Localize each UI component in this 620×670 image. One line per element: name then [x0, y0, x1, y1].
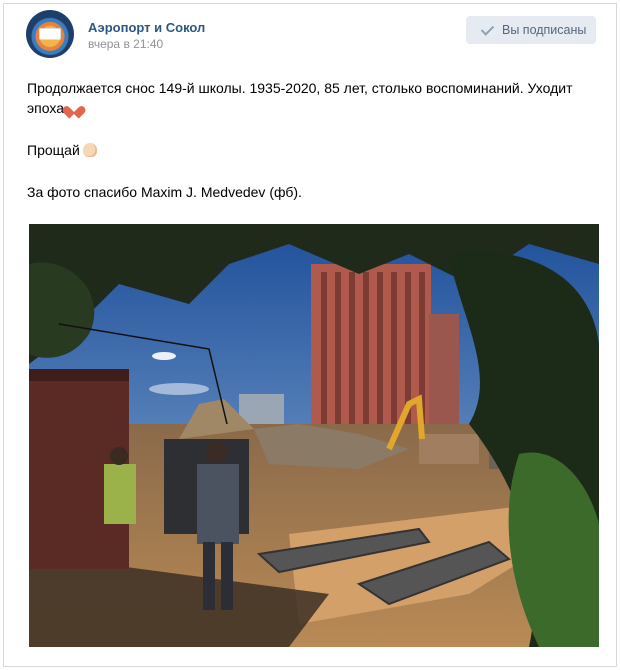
- demolition-site-photo: [29, 224, 599, 647]
- post-text-line: Прощай: [27, 142, 80, 158]
- post-time[interactable]: вчера в 21:40: [88, 37, 163, 51]
- subscribed-label: Вы подписаны: [502, 23, 587, 37]
- broken-heart-icon: [67, 101, 81, 114]
- post-text: Продолжается снос 149-й школы. 1935-2020…: [27, 78, 597, 224]
- author-name[interactable]: Аэропорт и Сокол: [88, 20, 205, 35]
- subscribed-button[interactable]: Вы подписаны: [466, 16, 596, 44]
- post-text-line: Продолжается снос 149-й школы. 1935-2020…: [27, 80, 573, 116]
- post-card: Аэропорт и Сокол вчера в 21:40 Вы подпис…: [3, 3, 617, 667]
- check-icon: [480, 23, 494, 37]
- avatar[interactable]: [26, 10, 74, 58]
- post-photo[interactable]: [29, 224, 599, 647]
- post-header: Аэропорт и Сокол вчера в 21:40 Вы подпис…: [26, 10, 596, 62]
- post-text-line: За фото спасибо Maxim J. Medvedev (фб).: [27, 184, 302, 200]
- waving-hand-icon: [82, 143, 97, 157]
